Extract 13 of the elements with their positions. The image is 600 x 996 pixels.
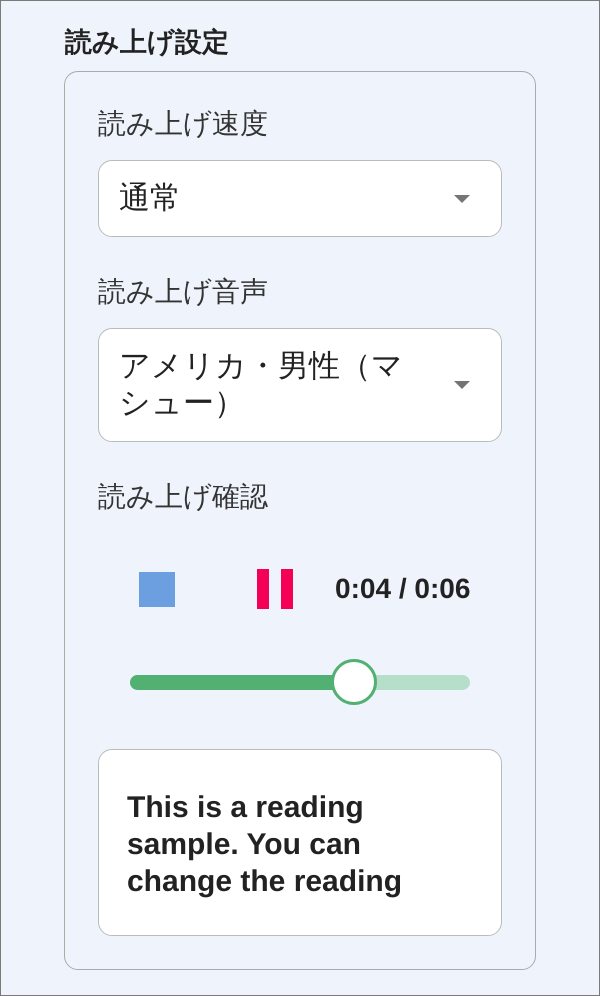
- dropdown[interactable]: アメリカ・男性（マシュー）: [98, 328, 502, 442]
- field-label: 読み上げ確認: [98, 480, 269, 514]
- field-label: 読み上げ速度: [98, 107, 269, 141]
- section-title: 読み上げ設定: [65, 27, 230, 59]
- caret-icon: [454, 381, 470, 389]
- dropdown[interactable]: 通常: [98, 160, 502, 237]
- pause-icon[interactable]: [257, 569, 293, 609]
- field-label: 読み上げ音声: [98, 275, 269, 309]
- seek-slider[interactable]: [130, 659, 470, 705]
- time-readout: 0:04 / 0:06: [335, 572, 470, 606]
- sample-text-field[interactable]: This is a reading sample. You can change the reading: [98, 749, 502, 936]
- slider-thumb[interactable]: [331, 659, 378, 705]
- caret-icon: [454, 194, 470, 202]
